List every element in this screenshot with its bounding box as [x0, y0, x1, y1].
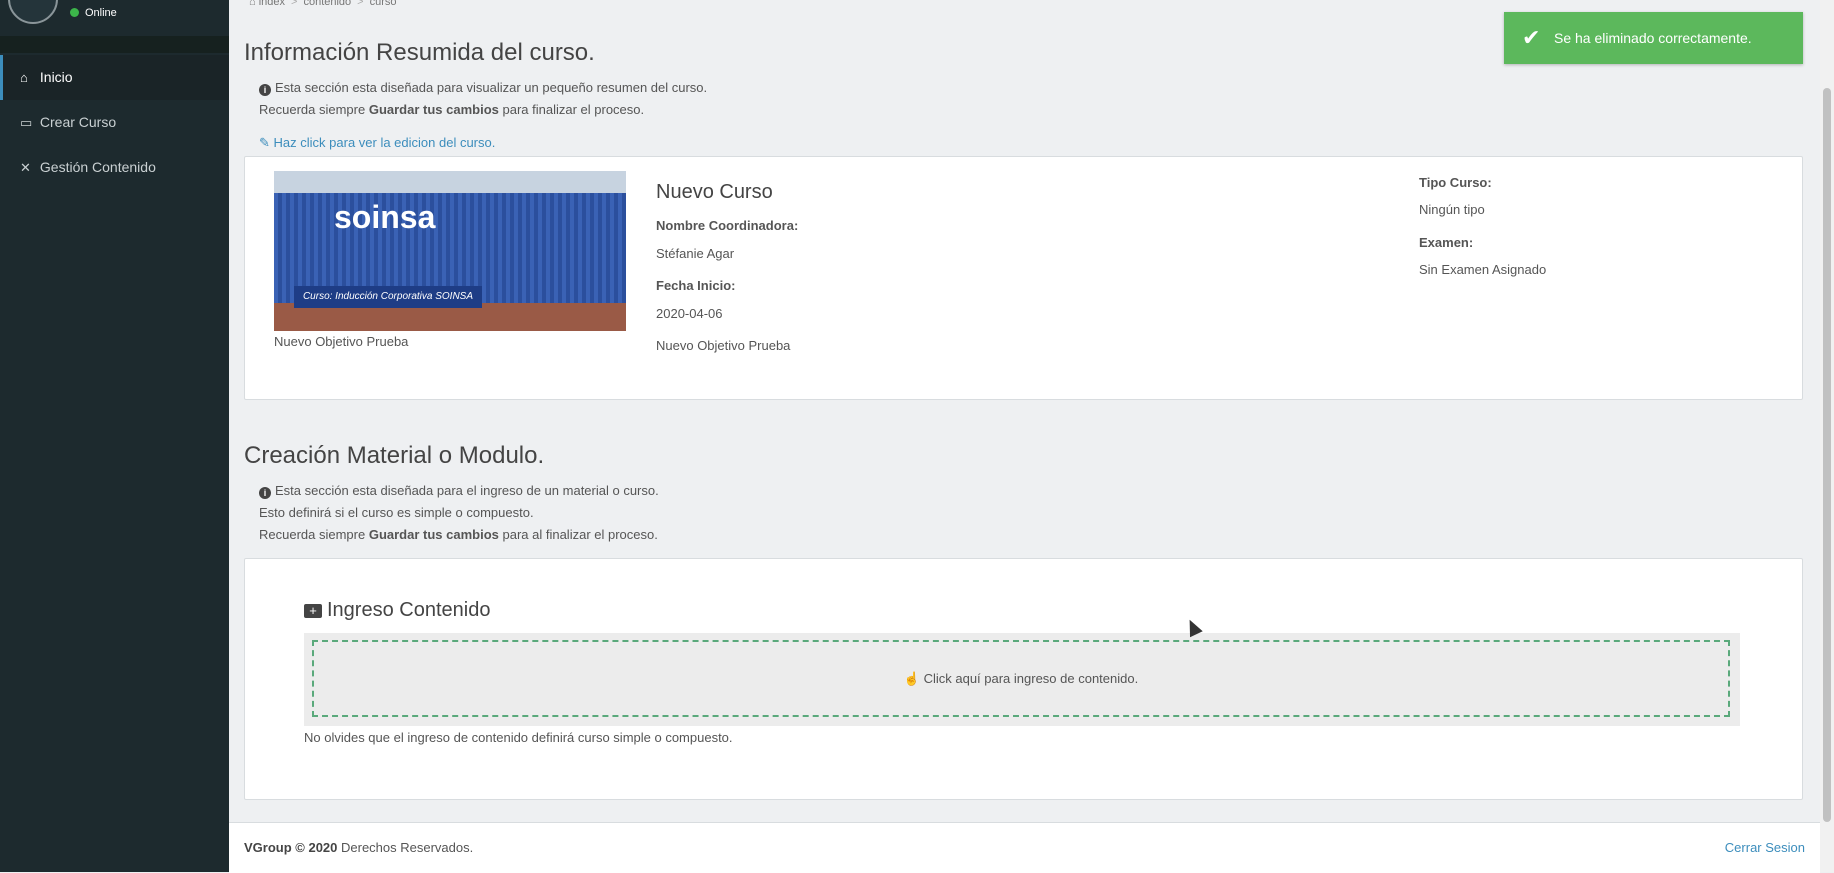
course-type-value: Ningún tipo	[1419, 202, 1485, 217]
summary-note-line1: Esta sección esta diseñada para visualiz…	[275, 80, 708, 95]
sidebar-item-gestion-contenido[interactable]: ✕ Gestión Contenido	[0, 145, 229, 190]
logout-link[interactable]: Cerrar Sesion	[1725, 840, 1805, 855]
summary-note-post: para finalizar el proceso.	[498, 102, 645, 117]
content-title-text: Ingreso Contenido	[327, 599, 491, 621]
folder-plus-icon: +	[304, 604, 322, 618]
dropzone-label: Click aquí para ingreso de contenido.	[923, 671, 1139, 686]
avatar	[8, 0, 58, 24]
sidebar-item-crear-curso[interactable]: ▭ Crear Curso	[0, 100, 229, 145]
course-image-logo: soinsa	[334, 199, 436, 235]
creation-note-bold: Guardar tus cambios	[368, 527, 499, 542]
footer-copyright: VGroup © 2020 Derechos Reservados.	[244, 840, 473, 855]
footer-brand: VGroup © 2020	[244, 840, 338, 855]
course-image-caption: Nuevo Objetivo Prueba	[274, 334, 409, 349]
checkmark-icon: ✔	[1522, 25, 1541, 50]
content-drop-note: No olvides que el ingreso de contenido d…	[304, 730, 733, 745]
coordinator-value: Stéfanie Agar	[656, 246, 735, 261]
toast-message: Se ha eliminado correctamente.	[1554, 30, 1752, 46]
summary-note: i Esta sección esta diseñada para visuali…	[259, 77, 707, 121]
footer-rights: Derechos Reservados.	[337, 840, 474, 855]
sidebar-item-label: Gestión Contenido	[39, 159, 156, 175]
content-drop-area: ☝ Click aquí para ingreso de contenido.	[304, 633, 1740, 726]
edit-icon: ✎	[259, 135, 270, 150]
breadcrumb: ⌂ index > contenido > curso	[249, 0, 397, 8]
edit-course-link-text: Haz click para ver la edicion del curso.	[273, 135, 496, 150]
course-objective: Nuevo Objetivo Prueba	[656, 338, 791, 353]
success-toast[interactable]: ✔ Se ha eliminado correctamente.	[1504, 12, 1803, 64]
page-scrollbar[interactable]	[1820, 0, 1834, 872]
online-dot-icon	[70, 8, 79, 17]
edit-course-link[interactable]: ✎ Haz click para ver la edicion del curs…	[259, 135, 495, 151]
exam-label: Examen:	[1419, 235, 1474, 250]
creation-note-pre: Recuerda siempre	[259, 527, 369, 542]
content-title: + Ingreso Contenido	[304, 599, 490, 622]
coordinator-label: Nombre Coordinadora:	[656, 218, 799, 233]
sidebar-search-strip	[0, 36, 229, 53]
creation-note-line1: Esta sección esta diseñada para el ingre…	[275, 483, 659, 498]
home-icon: ⌂	[249, 0, 256, 8]
breadcrumb-curso: curso	[369, 0, 397, 8]
summary-note-bold: Guardar tus cambios	[368, 102, 499, 117]
status-text: Online	[85, 7, 117, 19]
info-icon: i	[259, 487, 271, 499]
pointer-hand-icon: ☝	[903, 671, 920, 686]
laptop-icon: ▭	[20, 115, 33, 130]
summary-title: Información Resumida del curso.	[244, 39, 595, 66]
scrollbar-thumb[interactable]	[1823, 88, 1831, 822]
sidebar: Online ⌂ Inicio ▭ Crear Curso ✕ Gestión …	[0, 0, 229, 872]
start-date-value: 2020-04-06	[656, 306, 723, 321]
footer: VGroup © 2020 Derechos Reservados. Cerra…	[229, 822, 1820, 873]
creation-title: Creación Material o Modulo.	[244, 442, 545, 469]
home-icon: ⌂	[20, 70, 28, 85]
content-dropzone[interactable]: ☝ Click aquí para ingreso de contenido.	[312, 640, 1730, 717]
user-status: Online	[70, 7, 117, 19]
course-name: Nuevo Curso	[656, 181, 773, 203]
course-image-banner: Curso: Inducción Corporativa SOINSA	[294, 286, 482, 308]
creation-note-post: para al finalizar el proceso.	[498, 527, 658, 542]
sidebar-item-label: Inicio	[39, 69, 73, 85]
sidebar-item-inicio[interactable]: ⌂ Inicio	[0, 55, 229, 100]
course-type-label: Tipo Curso:	[1419, 175, 1492, 190]
start-date-label: Fecha Inicio:	[656, 278, 736, 293]
breadcrumb-contenido[interactable]: contenido	[303, 0, 351, 8]
main-content: ⌂ index > contenido > curso Información Resu…	[229, 0, 1834, 873]
creation-note-line2: Esto definirá si el curso es simple o co…	[259, 505, 534, 520]
creation-note: i Esta sección esta diseñada para el ingr…	[259, 480, 659, 546]
course-image: soinsa Curso: Inducción Corporativa SOIN…	[274, 171, 626, 331]
info-icon: i	[259, 84, 271, 96]
sidebar-item-label: Crear Curso	[39, 114, 117, 130]
summary-note-pre: Recuerda siempre	[259, 102, 369, 117]
breadcrumb-index[interactable]: index	[259, 0, 285, 8]
tools-icon: ✕	[20, 160, 31, 175]
sidebar-menu: ⌂ Inicio ▭ Crear Curso ✕ Gestión Conteni…	[0, 55, 229, 190]
exam-value: Sin Examen Asignado	[1419, 262, 1547, 277]
